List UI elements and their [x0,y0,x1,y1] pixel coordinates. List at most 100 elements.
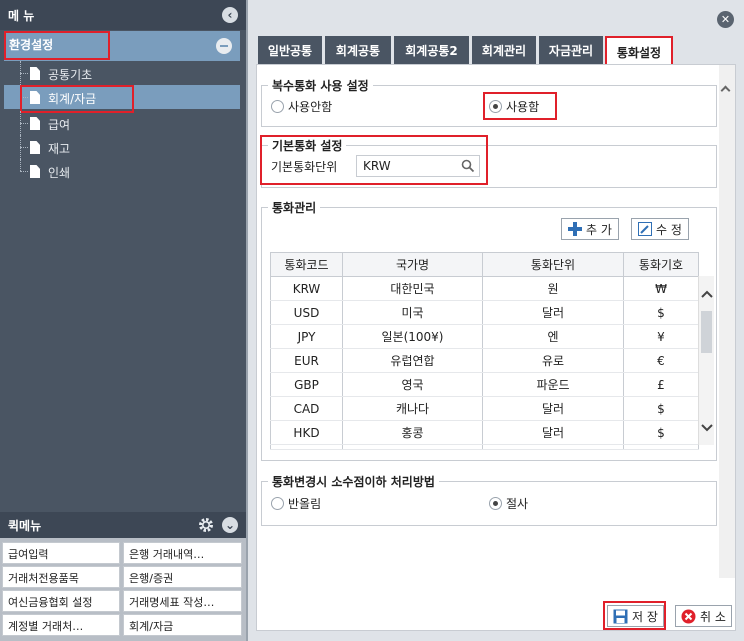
chevron-up-icon[interactable] [701,290,713,298]
tree-item-common[interactable]: 공통기초 [0,61,240,85]
radio-truncate[interactable]: 절사 [489,495,528,512]
quick-item[interactable]: 거래명세표 작성… [123,590,242,612]
edit-button[interactable]: 수 정 [631,218,689,240]
tab-general[interactable]: 일반공통 [258,36,322,64]
table-row[interactable]: EUR 유럽연합 유로 € [270,348,699,373]
add-button[interactable]: 추 가 [561,218,619,240]
quick-item[interactable]: 거래처전용품목 [2,566,120,588]
cancel-icon [681,609,696,623]
column-header[interactable]: 국가명 [342,252,483,277]
quick-item[interactable]: 회계/자금 [123,614,242,636]
quick-menu-title: 퀵메뉴 [8,519,42,533]
document-icon [30,165,40,178]
tree-guide [20,123,28,124]
column-header[interactable]: 통화기호 [623,252,699,277]
table-cell: 유럽연합 [342,348,483,373]
column-header[interactable]: 통화단위 [482,252,624,277]
tree-item-inventory[interactable]: 재고 [0,135,240,159]
tree-item-label: 공통기초 [48,68,93,82]
radio-label: 반올림 [288,497,322,511]
table-scrollbar[interactable] [698,276,714,445]
cancel-button-label: 취 소 [700,609,726,624]
tree-item-accounting[interactable]: 회계/자금 [4,85,240,113]
quick-item[interactable]: 계정별 거래처… [2,614,120,636]
table-row[interactable]: JPY 일본(100¥) 엔 ¥ [270,324,699,349]
highlight-box [603,601,666,630]
tab-fund-mgmt[interactable]: 자금관리 [539,36,603,64]
radio-round[interactable]: 반올림 [271,495,321,512]
table-row[interactable]: USD 미국 달러 $ [270,300,699,325]
table-row[interactable] [270,444,699,450]
highlight-box [4,31,110,60]
scroll-thumb[interactable] [701,311,712,353]
radio-label: 절사 [506,497,529,511]
group-title: 복수통화 사용 설정 [272,79,369,93]
quick-menu-header: 퀵메뉴 ⌄ [0,512,246,538]
radio-icon [271,100,284,113]
table-cell: GBP [270,372,343,397]
table-cell: $ [623,300,699,325]
table-cell [270,444,343,450]
scroll-up-icon[interactable] [720,85,731,96]
table-row[interactable]: KRW 대한민국 원 ₩ [270,276,699,301]
table-cell: 대한민국 [342,276,483,301]
cancel-button[interactable]: 취 소 [675,605,732,627]
table-cell [623,444,699,450]
quick-item[interactable]: 은행 거래내역… [123,542,242,564]
tree-guide [20,159,21,171]
collapse-left-icon[interactable]: ‹ [222,7,238,23]
table-cell: 캐나다 [342,396,483,421]
tree-item-label: 인쇄 [48,166,71,180]
quick-menu-area: 급여입력 은행 거래내역… 거래처전용품목 은행/증권 여신금융협회 설정 거래… [0,538,246,641]
table-cell: EUR [270,348,343,373]
quick-item[interactable]: 급여입력 [2,542,120,564]
gear-icon[interactable] [198,517,214,533]
highlight-box [483,92,557,120]
tree-item-label: 급여 [48,118,71,132]
table-cell: $ [623,420,699,445]
document-icon [30,141,40,154]
group-title: 통화관리 [272,201,317,215]
tab-accounting-common2[interactable]: 회계공통2 [394,36,469,64]
table-cell: 일본(100¥) [342,324,483,349]
radio-icon [489,497,502,510]
radio-icon [271,497,284,510]
group-title: 통화변경시 소수점이하 처리방법 [272,475,435,489]
table-row[interactable]: CAD 캐나다 달러 $ [270,396,699,421]
collapse-icon[interactable] [216,38,232,54]
plus-icon [568,222,582,236]
table-row[interactable]: GBP 영국 파운드 £ [270,372,699,397]
tree-item-label: 재고 [48,142,71,156]
tree-root-item[interactable]: 환경설정 [4,31,240,61]
highlight-box [260,135,488,185]
quick-item[interactable]: 여신금융협회 설정 [2,590,120,612]
table-row[interactable]: HKD 홍콩 달러 $ [270,420,699,445]
column-header[interactable]: 통화코드 [270,252,343,277]
chevron-down-icon[interactable]: ⌄ [222,517,238,533]
table-cell: 미국 [342,300,483,325]
table-cell: $ [623,396,699,421]
table-cell: 달러 [482,420,624,445]
table-cell: KRW [270,276,343,301]
table-cell [482,444,624,450]
table-cell: € [623,348,699,373]
document-icon [30,67,40,80]
tab-accounting-common[interactable]: 회계공통 [325,36,391,64]
edit-button-label: 수 정 [656,222,682,237]
table-cell: HKD [270,420,343,445]
tab-accounting-mgmt[interactable]: 회계관리 [472,36,536,64]
quick-item[interactable]: 은행/증권 [123,566,242,588]
tree-guide [20,171,28,172]
tree-item-print[interactable]: 인쇄 [0,159,240,183]
table-cell: ₩ [623,276,699,301]
table-cell: 유로 [482,348,624,373]
tree-item-payroll[interactable]: 급여 [0,111,240,135]
highlight-box [20,85,134,113]
close-icon[interactable]: ✕ [717,11,734,28]
table-cell: 파운드 [482,372,624,397]
tree-guide [20,73,28,74]
chevron-down-icon[interactable] [701,424,713,432]
radio-currency-off[interactable]: 사용안함 [271,98,332,115]
content-scrollbar[interactable] [719,65,735,578]
radio-label: 사용안함 [288,100,333,114]
